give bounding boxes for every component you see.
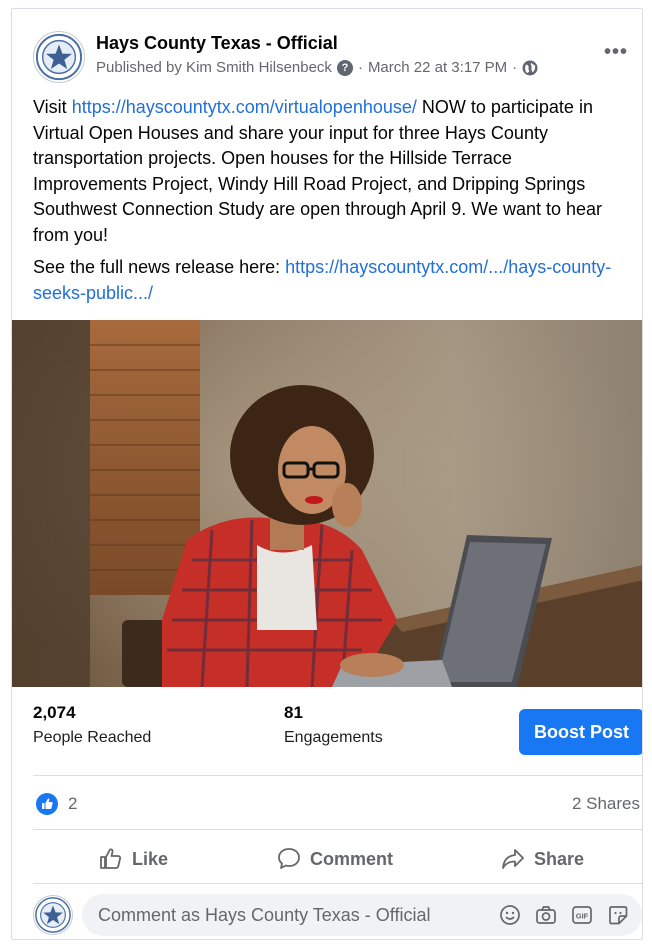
- help-icon[interactable]: ?: [336, 59, 353, 76]
- people-reached-value: 2,074: [33, 703, 76, 722]
- engagements-value: 81: [284, 703, 303, 722]
- post-actions: Like Comment Share: [12, 835, 642, 883]
- divider: [33, 829, 642, 830]
- divider: [33, 775, 642, 776]
- page-name[interactable]: Hays County Texas - Official: [96, 33, 338, 54]
- like-label: Like: [132, 848, 169, 869]
- divider: [33, 883, 642, 884]
- comment-composer: Comment as Hays County Texas - Official …: [12, 887, 642, 939]
- like-count[interactable]: 2: [68, 794, 77, 814]
- commenter-avatar[interactable]: [33, 895, 73, 935]
- like-button[interactable]: Like: [98, 841, 168, 877]
- post-text: See the full news release here:: [33, 257, 286, 277]
- shares-count[interactable]: 2 Shares: [572, 794, 640, 814]
- engagements-label: Engagements: [284, 729, 383, 746]
- meta-separator: ·: [357, 59, 363, 76]
- comment-placeholder: Comment as Hays County Texas - Official: [98, 905, 431, 925]
- post-body: Visit https://hayscountytx.com/virtualop…: [33, 95, 623, 313]
- globe-icon[interactable]: [522, 60, 538, 76]
- post-insights: 2,074 People Reached 81 Engagements Boos…: [12, 687, 642, 775]
- share-button[interactable]: Share: [500, 841, 584, 877]
- emoji-icon[interactable]: [498, 903, 522, 927]
- boost-post-button[interactable]: Boost Post: [519, 709, 642, 755]
- comment-icon: [278, 848, 300, 869]
- post-paragraph: Visit https://hayscountytx.com/virtualop…: [33, 95, 623, 248]
- people-reached-label: People Reached: [33, 729, 152, 746]
- share-arrow-icon: [502, 849, 524, 869]
- comment-tools: GIF: [498, 903, 630, 927]
- like-reaction-icon[interactable]: [36, 793, 58, 815]
- post-card: Hays County Texas - Official Published b…: [11, 8, 643, 940]
- post-meta: Published by Kim Smith Hilsenbeck ? · Ma…: [96, 59, 538, 76]
- virtual-open-house-link[interactable]: https://hayscountytx.com/virtualopenhous…: [72, 97, 417, 117]
- post-text: NOW to participate in Virtual Open House…: [33, 97, 603, 245]
- post-paragraph: See the full news release here: https://…: [33, 255, 623, 306]
- post-header: Hays County Texas - Official Published b…: [12, 9, 642, 99]
- sticker-icon[interactable]: [606, 903, 630, 927]
- comment-button[interactable]: Comment: [276, 841, 393, 877]
- gif-icon[interactable]: GIF: [570, 903, 594, 927]
- woman-with-laptop-image: [12, 320, 642, 687]
- comment-input[interactable]: Comment as Hays County Texas - Official …: [82, 894, 642, 936]
- share-label: Share: [534, 848, 585, 869]
- gif-icon-text: GIF: [576, 912, 589, 921]
- post-photo[interactable]: [12, 320, 642, 687]
- more-options-icon[interactable]: •••: [604, 41, 628, 64]
- post-date[interactable]: March 22 at 3:17 PM: [368, 59, 507, 76]
- camera-icon[interactable]: [534, 903, 558, 927]
- reactions-bar: 2 2 Shares: [12, 781, 642, 827]
- county-seal-icon: [35, 897, 71, 933]
- county-seal-icon: [35, 33, 83, 81]
- published-by: Published by Kim Smith Hilsenbeck: [96, 59, 332, 76]
- post-text: Visit: [33, 97, 72, 117]
- comment-label: Comment: [310, 848, 394, 869]
- meta-separator: ·: [512, 59, 518, 76]
- page-avatar[interactable]: [33, 31, 85, 83]
- thumbs-up-icon: [100, 848, 122, 869]
